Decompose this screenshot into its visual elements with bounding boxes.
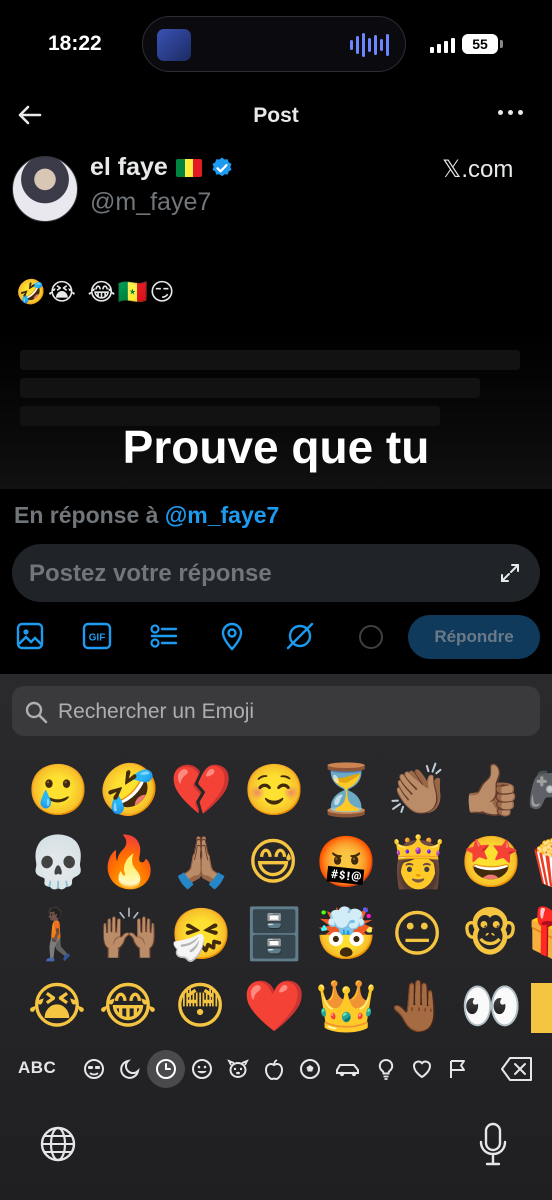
emoji-face-icon[interactable]	[190, 1057, 214, 1081]
emoji-key[interactable]: 😭	[27, 976, 87, 1036]
location-icon[interactable]	[217, 621, 247, 651]
author-name-row[interactable]: el faye	[90, 153, 234, 182]
page-title: Post	[253, 104, 299, 127]
emoji-key[interactable]: 🍿	[526, 832, 552, 892]
emoji-key[interactable]: ☺️	[243, 760, 305, 820]
emoji-key[interactable]: 😅	[243, 832, 303, 892]
senegal-flag-icon	[175, 158, 202, 177]
emoji-key[interactable]: 🐵	[460, 904, 520, 964]
emoji-key[interactable]: 😳	[170, 976, 230, 1036]
emoji-key[interactable]: ⏳	[315, 760, 377, 820]
emoji-key[interactable]: 🙏🏽	[170, 832, 232, 892]
soccer-ball-icon[interactable]	[298, 1057, 322, 1081]
emoji-key[interactable]: 🎮	[526, 760, 552, 820]
cellular-signal-icon	[430, 38, 455, 53]
status-bar: 18:22 55	[0, 0, 552, 90]
emoji-key[interactable]: 👍🏽	[460, 760, 522, 820]
gif-icon[interactable]: GIF	[82, 621, 112, 651]
emoji-key[interactable]: 🚶🏿	[27, 904, 89, 964]
status-time: 18:22	[48, 32, 102, 55]
expand-icon[interactable]	[498, 561, 522, 585]
emoji-key[interactable]: 🤣	[98, 760, 160, 820]
emoji-key[interactable]: 👏🏽	[387, 760, 449, 820]
lightbulb-icon[interactable]	[374, 1057, 398, 1081]
smileys-people-icon[interactable]	[82, 1057, 106, 1081]
emoji-key[interactable]: 🤬	[315, 832, 377, 892]
heart-icon[interactable]	[410, 1057, 434, 1081]
audio-waveform-icon	[350, 33, 389, 57]
emoji-key[interactable]: ❤️	[243, 976, 305, 1036]
flag-icon[interactable]	[446, 1057, 470, 1081]
emoji-key[interactable]: 😂	[98, 976, 158, 1036]
emoji-key[interactable]: 👀	[460, 976, 522, 1036]
car-icon[interactable]	[334, 1057, 362, 1081]
food-apple-icon[interactable]	[262, 1057, 286, 1081]
emoji-key[interactable]: 🗄️	[243, 904, 305, 964]
battery-tip	[500, 40, 503, 48]
emoji-key[interactable]: 💔	[170, 760, 232, 820]
now-playing-artwork	[157, 29, 191, 61]
emoji-key[interactable]: 💀	[27, 832, 89, 892]
reply-button[interactable]: Répondre	[408, 615, 540, 659]
battery-indicator: 55	[462, 34, 498, 54]
source-label[interactable]: 𝕏.com	[442, 155, 513, 184]
microphone-icon[interactable]	[478, 1122, 508, 1166]
search-icon	[24, 700, 48, 724]
author-name: el faye	[90, 153, 168, 181]
moon-icon[interactable]	[118, 1057, 142, 1081]
post-text: 🤣😭 😂🇸🇳😏	[16, 278, 177, 306]
reply-context: En réponse à @m_faye7	[14, 502, 279, 529]
emoji-key[interactable]: 🎁	[526, 904, 552, 964]
emoji-search-placeholder: Rechercher un Emoji	[58, 700, 255, 723]
character-count-circle	[359, 625, 383, 649]
emoji-key[interactable]: 🏿	[526, 976, 552, 1036]
globe-icon[interactable]	[38, 1124, 78, 1164]
emoji-key[interactable]: 🤚🏾	[387, 976, 449, 1036]
media-caption: Prouve que tu	[122, 421, 430, 473]
more-options-icon[interactable]	[498, 110, 523, 115]
emoji-key[interactable]: 👸	[387, 832, 449, 892]
emoji-key[interactable]: 🙌🏽	[98, 904, 160, 964]
grok-icon[interactable]	[285, 621, 315, 651]
avatar[interactable]	[12, 156, 78, 222]
emoji-grid: 🥲 🤣 💔 ☺️ ⏳ 👏🏽 👍🏽 🎮 💀 🔥 🙏🏽 😅 🤬 👸 🤩 🍿 🚶🏿 🙌…	[0, 760, 552, 1050]
recent-clock-icon[interactable]	[154, 1057, 178, 1081]
verified-badge-icon	[212, 157, 232, 176]
reply-placeholder: Postez votre réponse	[29, 560, 272, 587]
abc-key[interactable]: ABC	[18, 1058, 56, 1078]
reply-mention[interactable]: @m_faye7	[165, 502, 280, 528]
emoji-key[interactable]: 🥲	[27, 760, 89, 820]
emoji-key[interactable]: 👑	[315, 976, 377, 1036]
reply-prefix: En réponse à	[14, 502, 159, 528]
author-handle[interactable]: @m_faye7	[90, 188, 211, 217]
svg-text:GIF: GIF	[89, 633, 106, 644]
emoji-key[interactable]: 🤯	[315, 904, 377, 964]
emoji-key[interactable]: 🔥	[98, 832, 160, 892]
backspace-icon[interactable]	[500, 1056, 534, 1082]
poll-icon[interactable]	[149, 621, 179, 651]
image-icon[interactable]	[15, 621, 45, 651]
emoji-key[interactable]: 🤧	[170, 904, 232, 964]
emoji-key[interactable]: 🤩	[460, 832, 522, 892]
animal-icon[interactable]	[226, 1057, 250, 1081]
dynamic-island[interactable]	[142, 16, 406, 72]
emoji-key[interactable]: 😐	[387, 904, 447, 964]
